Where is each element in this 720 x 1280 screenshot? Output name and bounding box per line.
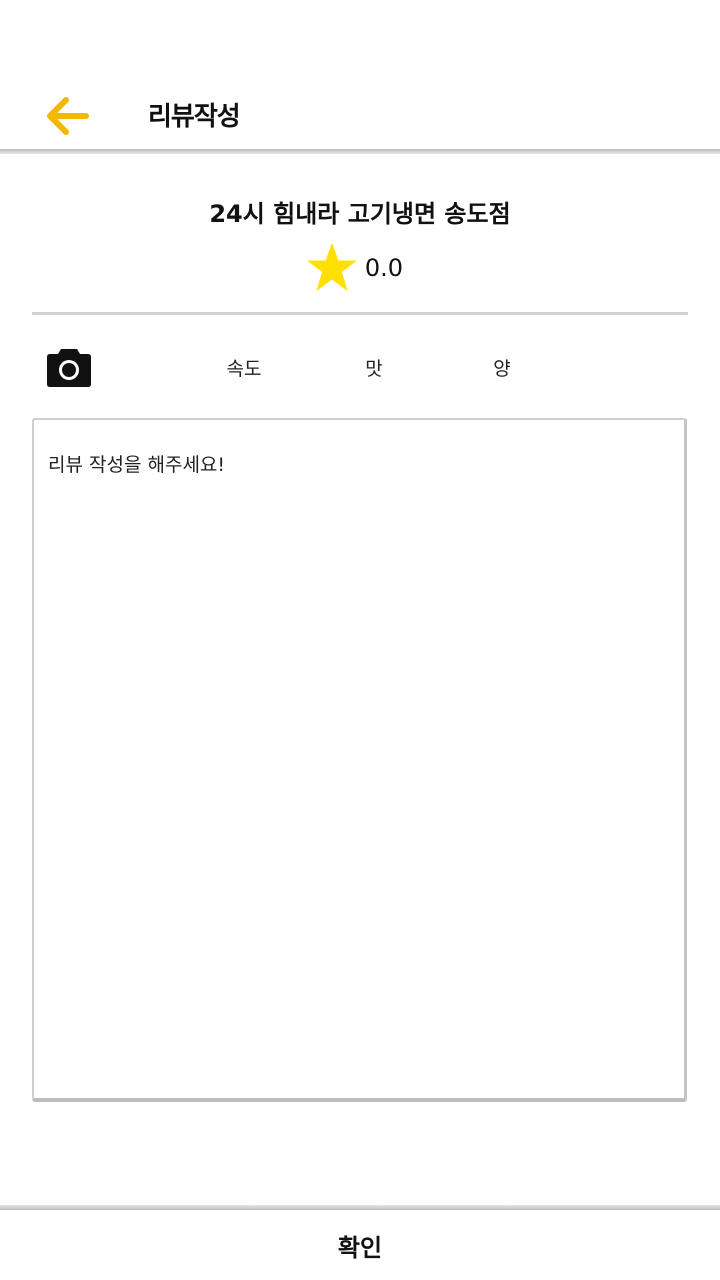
back-button[interactable] xyxy=(38,88,96,144)
tag-amount[interactable]: 양 xyxy=(484,354,520,381)
tag-speed[interactable]: 속도 xyxy=(222,354,266,381)
star-icon[interactable] xyxy=(305,241,359,295)
rating-row: 0.0 xyxy=(0,240,720,296)
tag-taste[interactable]: 맛 xyxy=(356,354,392,381)
page-title: 리뷰작성 xyxy=(148,102,241,132)
rating-value: 0.0 xyxy=(364,254,404,282)
review-box xyxy=(32,418,687,1102)
confirm-button[interactable]: 확인 xyxy=(0,1210,720,1280)
review-input[interactable] xyxy=(34,420,684,1098)
camera-button[interactable] xyxy=(46,346,92,388)
app-header: 리뷰작성 xyxy=(0,0,720,150)
camera-icon xyxy=(47,349,91,387)
section-divider xyxy=(32,312,688,315)
header-divider xyxy=(0,149,720,154)
arrow-left-icon xyxy=(47,97,89,135)
review-write-screen: 리뷰작성 24시 힘내라 고기냉면 송도점 0.0 속도 맛 양 확인 xyxy=(0,0,720,1280)
restaurant-name: 24시 힘내라 고기냉면 송도점 xyxy=(209,200,511,228)
